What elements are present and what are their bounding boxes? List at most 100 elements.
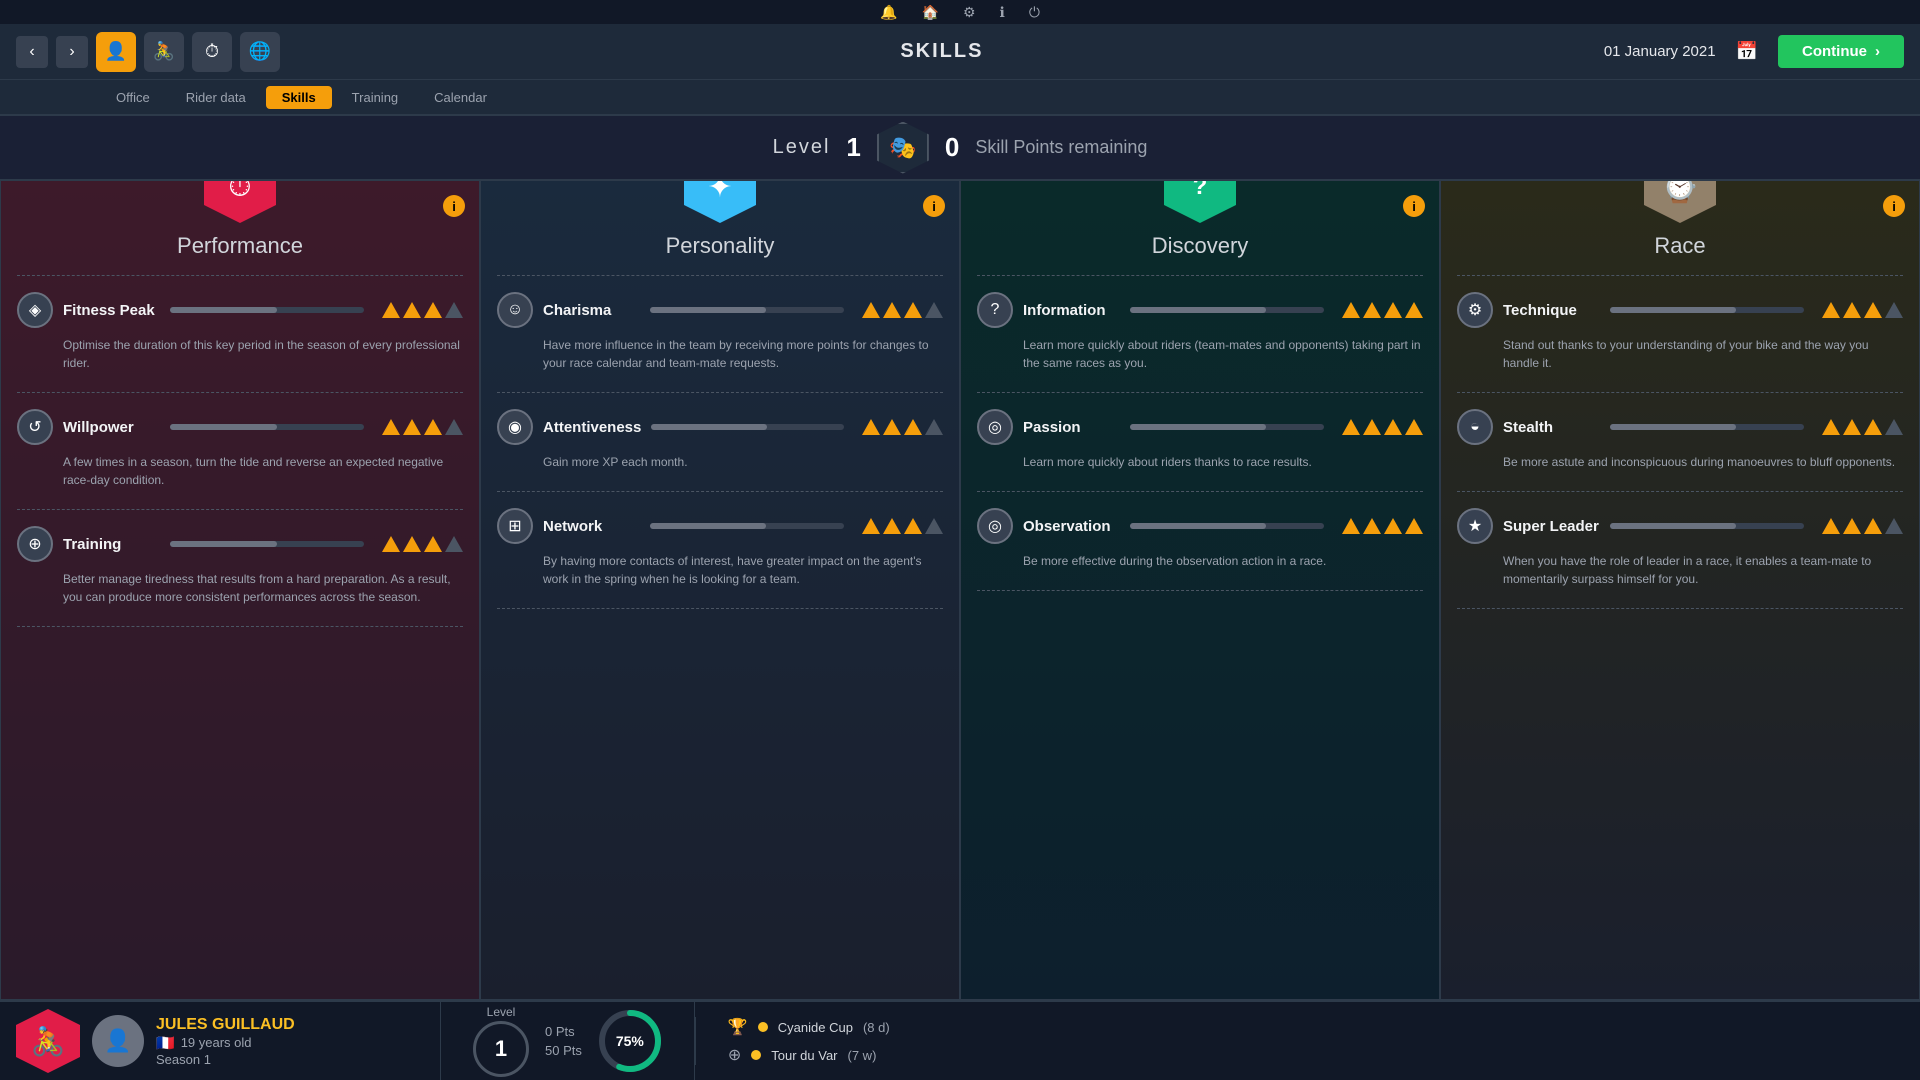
skill-icon-willpower: ↺ <box>17 409 53 445</box>
info-badge-personality[interactable]: i <box>923 195 945 217</box>
skill-bar-attentiveness <box>651 424 844 430</box>
skill-name-stealth: Stealth <box>1503 419 1600 436</box>
triangle-4 <box>925 302 943 318</box>
skill-desc-fitness-peak: Optimise the duration of this key period… <box>17 336 463 372</box>
race-name-1: Tour du Var <box>771 1048 837 1063</box>
player-age-text: 19 years old <box>181 1035 252 1050</box>
info-badge-discovery[interactable]: i <box>1403 195 1425 217</box>
calendar-icon: 📅 <box>1736 41 1758 62</box>
level-section: Level 1 0 Pts 50 Pts 75% <box>440 1002 695 1080</box>
info-badge-race[interactable]: i <box>1883 195 1905 217</box>
pts-current: 0 Pts <box>545 1024 582 1039</box>
race-dot-0 <box>758 1022 768 1032</box>
skill-icon-super-leader: ★ <box>1457 508 1493 544</box>
triangle-4 <box>1885 302 1903 318</box>
info-icon[interactable]: ℹ <box>1000 4 1005 21</box>
skill-desc-technique: Stand out thanks to your understanding o… <box>1457 336 1903 372</box>
skill-desc-willpower: A few times in a season, turn the tide a… <box>17 453 463 489</box>
skill-desc-stealth: Be more astute and inconspicuous during … <box>1457 453 1903 471</box>
skill-name-fitness-peak: Fitness Peak <box>63 302 160 319</box>
subnav-rider-data[interactable]: Rider data <box>170 86 262 109</box>
skill-bar-willpower <box>170 424 364 430</box>
skill-desc-charisma: Have more influence in the team by recei… <box>497 336 943 372</box>
skill-desc-network: By having more contacts of interest, hav… <box>497 552 943 588</box>
skill-observation: ◎ Observation Be more effective during t… <box>961 500 1439 582</box>
skill-bar-training <box>170 541 364 547</box>
triangle-2 <box>883 518 901 534</box>
continue-label: Continue <box>1802 43 1867 60</box>
triangle-4 <box>445 536 463 552</box>
triangle-2 <box>403 419 421 435</box>
skill-triangles-information <box>1342 302 1423 318</box>
nav-bar: ‹ › 👤 🚴 ⏱ 🌐 SKILLS 01 January 2021 📅 Con… <box>0 24 1920 80</box>
flag-icon: 🇫🇷 <box>156 1034 175 1052</box>
nav-globe-button[interactable]: 🌐 <box>240 32 280 72</box>
triangle-2 <box>403 536 421 552</box>
nav-back-button[interactable]: ‹ <box>16 36 48 68</box>
triangle-4 <box>1405 419 1423 435</box>
nav-person-button[interactable]: 👤 <box>96 32 136 72</box>
divider-bottom <box>17 626 463 627</box>
skill-name-super-leader: Super Leader <box>1503 518 1600 535</box>
continue-button[interactable]: Continue › <box>1778 35 1904 68</box>
hex-icon-discovery: ? <box>1164 180 1236 223</box>
skill-triangles-attentiveness <box>862 419 943 435</box>
triangle-4 <box>1885 419 1903 435</box>
skill-points-number: 0 <box>945 132 959 163</box>
divider <box>17 392 463 393</box>
nav-clock-button[interactable]: ⏱ <box>192 32 232 72</box>
triangle-2 <box>403 302 421 318</box>
triangle-2 <box>1843 518 1861 534</box>
triangle-1 <box>1822 419 1840 435</box>
home-icon[interactable]: 🏠 <box>922 4 939 21</box>
subnav-training[interactable]: Training <box>336 86 414 109</box>
skill-triangles-observation <box>1342 518 1423 534</box>
divider-bottom <box>1457 608 1903 609</box>
card-title-personality: Personality <box>481 233 959 267</box>
triangle-4 <box>445 419 463 435</box>
triangle-4 <box>1405 518 1423 534</box>
skill-triangles-network <box>862 518 943 534</box>
race-detail-0: (8 d) <box>863 1020 890 1035</box>
subnav-skills[interactable]: Skills <box>266 86 332 109</box>
bell-icon[interactable]: 🔔 <box>880 4 897 21</box>
player-section: 🚴 👤 JULES GUILLAUD 🇫🇷 19 years old Seaso… <box>0 1009 440 1073</box>
skill-triangles-super-leader <box>1822 518 1903 534</box>
skill-triangles-willpower <box>382 419 463 435</box>
skill-desc-information: Learn more quickly about riders (team-ma… <box>977 336 1423 372</box>
triangle-4 <box>1885 518 1903 534</box>
info-badge-performance[interactable]: i <box>443 195 465 217</box>
skill-attentiveness: ◉ Attentiveness Gain more XP each month. <box>481 401 959 483</box>
skill-name-training: Training <box>63 536 160 553</box>
player-team-hex: 🚴 <box>16 1009 80 1073</box>
gear-icon[interactable]: ⚙ <box>963 4 976 21</box>
pts-total: 50 Pts <box>545 1043 582 1058</box>
triangle-4 <box>925 419 943 435</box>
subnav-office[interactable]: Office <box>100 86 166 109</box>
skill-network: ⊞ Network By having more contacts of int… <box>481 500 959 600</box>
skill-desc-training: Better manage tiredness that results fro… <box>17 570 463 606</box>
skill-technique: ⚙ Technique Stand out thanks to your und… <box>1441 284 1919 384</box>
divider <box>497 392 943 393</box>
race-name-0: Cyanide Cup <box>778 1020 853 1035</box>
player-name: JULES GUILLAUD <box>156 1016 295 1034</box>
card-discovery: ? Discovery i ? Information Learn more q… <box>960 180 1440 1000</box>
skill-triangles-charisma <box>862 302 943 318</box>
triangle-2 <box>1363 302 1381 318</box>
chevron-right-icon: › <box>1875 43 1880 60</box>
skill-name-passion: Passion <box>1023 419 1120 436</box>
hex-icon-personality: ✦ <box>684 180 756 223</box>
subnav-calendar[interactable]: Calendar <box>418 86 503 109</box>
triangle-1 <box>1822 302 1840 318</box>
power-icon[interactable]: ⏻ <box>1029 4 1040 21</box>
triangle-1 <box>382 536 400 552</box>
divider <box>1457 392 1903 393</box>
triangle-3 <box>424 536 442 552</box>
skill-name-charisma: Charisma <box>543 302 640 319</box>
nav-cycling-button[interactable]: 🚴 <box>144 32 184 72</box>
skill-bar-technique <box>1610 307 1804 313</box>
skill-desc-attentiveness: Gain more XP each month. <box>497 453 943 471</box>
triangle-3 <box>424 302 442 318</box>
player-season: Season 1 <box>156 1052 295 1067</box>
nav-forward-button[interactable]: › <box>56 36 88 68</box>
